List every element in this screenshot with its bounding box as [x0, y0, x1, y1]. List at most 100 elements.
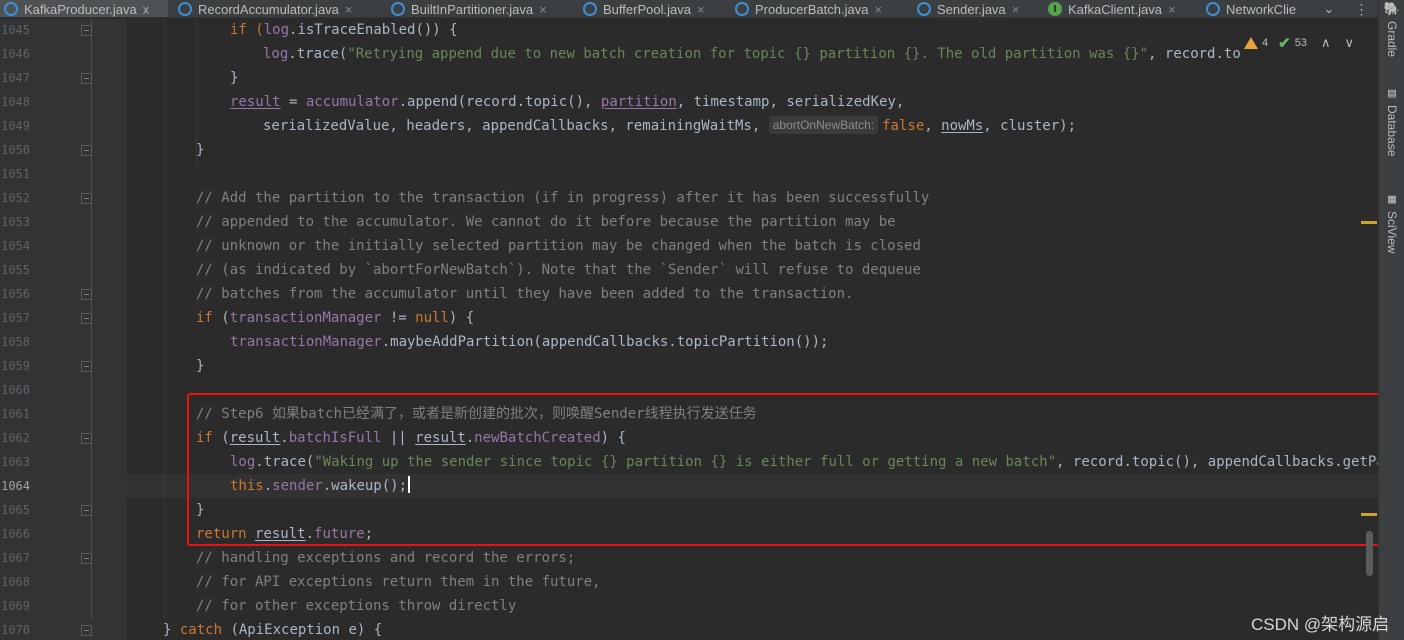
close-tab-icon[interactable]: ×	[874, 2, 882, 17]
sciview-tool-button[interactable]: ▦ SciView	[1381, 192, 1403, 253]
code-editor[interactable]: if (log.isTraceEnabled()) { log.trace("R…	[126, 19, 1378, 640]
database-icon: ▤	[1388, 86, 1396, 101]
line-number-gutter[interactable]: 1045 1046 1047 1048 1049 1050 1051 1052 …	[0, 19, 126, 640]
code-line-1055: // (as indicated by `abortForNewBatch`).…	[196, 262, 921, 278]
close-tab-icon[interactable]: ×	[1012, 2, 1020, 17]
warning-stripe-mark[interactable]	[1361, 513, 1377, 516]
line-number: 1059	[1, 359, 30, 373]
close-tab-icon[interactable]: ×	[345, 2, 353, 17]
code-line-1046: log.trace("Retrying append due to new ba…	[263, 42, 1241, 66]
code-token: null	[415, 310, 449, 326]
code-line-1070: } catch (ApiException e) {	[163, 618, 382, 640]
code-token: ,	[924, 118, 942, 134]
tab-menu-icon[interactable]: ⋮	[1350, 0, 1372, 17]
tab-builtinpartitioner[interactable]: BuiltInPartitioner.java ×	[391, 0, 576, 17]
code-token: ) {	[448, 310, 475, 326]
code-token: , timestamp, serializedKey,	[676, 94, 905, 110]
line-number: 1045	[1, 23, 30, 37]
code-line-1053: // appended to the accumulator. We canno…	[196, 214, 896, 230]
gradle-tool-button[interactable]: 🐘 Gradle	[1381, 2, 1403, 57]
code-token: transactionManager	[230, 334, 382, 350]
line-number: 1051	[1, 167, 30, 181]
tab-bufferpool[interactable]: BufferPool.java ×	[583, 0, 723, 17]
line-number: 1069	[1, 599, 30, 613]
tab-label: KafkaProducer.java	[24, 1, 137, 17]
line-number: 1048	[1, 95, 30, 109]
code-line-1048: result = accumulator.append(record.topic…	[230, 90, 904, 114]
fold-marker-icon[interactable]	[81, 73, 92, 84]
code-token: =	[280, 94, 306, 110]
tab-label: NetworkClie	[1226, 1, 1297, 17]
fold-marker-icon[interactable]	[81, 313, 92, 324]
tab-networkclient[interactable]: NetworkClie	[1206, 0, 1316, 17]
java-class-icon	[1206, 2, 1220, 16]
tab-label: KafkaClient.java	[1068, 1, 1162, 17]
line-number: 1052	[1, 191, 30, 205]
code-token: log	[263, 22, 290, 38]
tab-producerbatch[interactable]: ProducerBatch.java ×	[735, 0, 907, 17]
close-tab-icon[interactable]: ×	[1168, 2, 1176, 17]
line-number: 1046	[1, 47, 30, 61]
code-token: false	[882, 118, 925, 134]
warning-count: 4	[1262, 37, 1269, 49]
code-line-1059: }	[196, 354, 204, 378]
line-number: 1049	[1, 119, 30, 133]
tab-kafkaclient[interactable]: I KafkaClient.java ×	[1048, 0, 1194, 17]
code-token: }	[196, 142, 205, 158]
fold-marker-icon[interactable]	[81, 289, 92, 300]
database-tool-button[interactable]: ▤ Database	[1381, 86, 1403, 156]
sciview-icon: ▦	[1388, 192, 1396, 207]
tab-label: Sender.java	[937, 1, 1006, 17]
tab-overflow-chevron-icon[interactable]: ⌄	[1318, 0, 1340, 17]
tab-label: BuiltInPartitioner.java	[411, 1, 534, 17]
annotation-highlight-box	[187, 393, 1381, 546]
tab-sender[interactable]: Sender.java ×	[917, 0, 1037, 17]
line-number: 1047	[1, 71, 30, 85]
tab-label: BufferPool.java	[603, 1, 691, 17]
fold-marker-icon[interactable]	[81, 505, 92, 516]
tab-recordaccumulator[interactable]: RecordAccumulator.java ×	[178, 0, 368, 17]
tool-label: Database	[1385, 105, 1399, 157]
close-tab-icon[interactable]: ×	[539, 2, 547, 17]
code-line-1050: }	[196, 138, 204, 162]
tab-label: ProducerBatch.java	[755, 1, 869, 17]
previous-highlight-arrow-icon[interactable]: ∧	[1321, 35, 1331, 51]
fold-marker-icon[interactable]	[81, 361, 92, 372]
close-tab-icon[interactable]: x	[143, 2, 150, 17]
fold-marker-icon[interactable]	[81, 145, 92, 156]
inspection-widget[interactable]: 4 ✔ 53 ∧ ∨	[1244, 33, 1354, 53]
tab-kafkaproducer[interactable]: KafkaProducer.java x	[0, 0, 168, 17]
line-number: 1050	[1, 143, 30, 157]
check-icon: ✔	[1278, 35, 1291, 52]
fold-marker-icon[interactable]	[81, 433, 92, 444]
code-token: accumulator	[305, 94, 399, 110]
code-token: serializedValue, headers, appendCallback…	[263, 118, 769, 134]
code-token: (	[212, 310, 230, 326]
code-token: nowMs	[941, 118, 984, 134]
code-line-1047: }	[230, 66, 238, 90]
close-tab-icon[interactable]: ×	[697, 2, 705, 17]
code-token: partition	[600, 94, 677, 110]
code-token: result	[230, 94, 281, 110]
fold-marker-icon[interactable]	[81, 193, 92, 204]
java-class-icon	[917, 2, 931, 16]
code-token: }	[163, 622, 180, 638]
code-line-1049: serializedValue, headers, appendCallback…	[263, 114, 1076, 138]
code-token: log	[263, 46, 289, 62]
code-line-1069: // for other exceptions throw directly	[196, 598, 517, 614]
next-highlight-arrow-icon[interactable]: ∨	[1344, 35, 1354, 51]
tab-label: RecordAccumulator.java	[198, 1, 339, 17]
warning-stripe-mark[interactable]	[1361, 221, 1377, 224]
line-number: 1056	[1, 287, 30, 301]
fold-marker-icon[interactable]	[81, 625, 92, 636]
java-class-icon	[583, 2, 597, 16]
tool-label: Gradle	[1385, 21, 1399, 58]
line-number: 1067	[1, 551, 30, 565]
code-token: .maybeAddPartition(appendCallbacks.topic…	[381, 334, 829, 350]
code-token: , record.to	[1148, 46, 1241, 62]
fold-marker-icon[interactable]	[81, 553, 92, 564]
fold-marker-icon[interactable]	[81, 25, 92, 36]
tool-label: SciView	[1385, 211, 1399, 254]
vertical-scrollbar-thumb[interactable]	[1366, 531, 1373, 576]
line-number: 1057	[1, 311, 30, 325]
